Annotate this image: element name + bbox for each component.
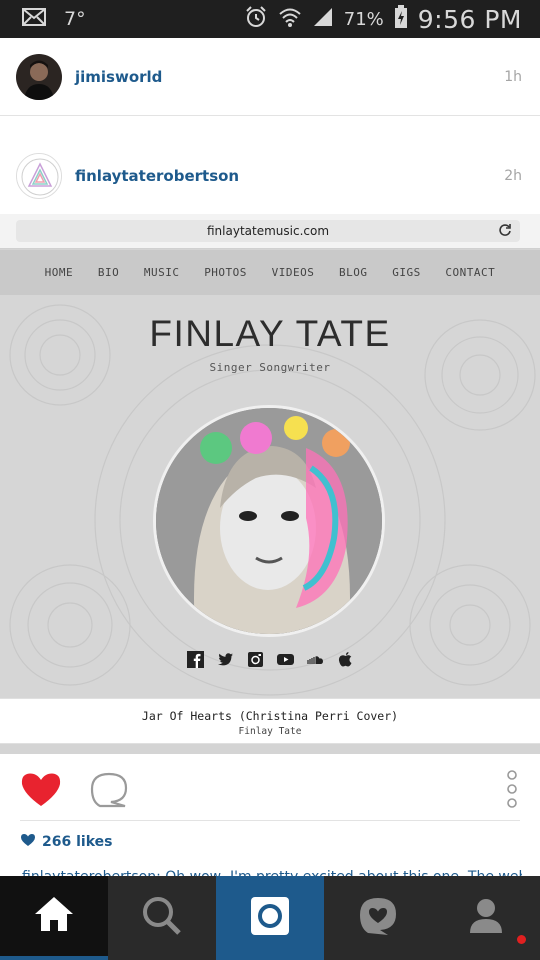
divider — [20, 820, 520, 821]
site-nav-item: MUSIC — [143, 266, 180, 279]
divider — [0, 115, 540, 116]
home-tab[interactable] — [0, 876, 108, 960]
post-time: 1h — [504, 68, 522, 85]
site-nav-item: HOME — [44, 266, 74, 279]
camera-tab[interactable] — [216, 876, 324, 960]
profile-icon — [468, 897, 504, 939]
notification-dot — [517, 935, 526, 944]
alarm-icon — [244, 5, 268, 33]
avatar[interactable] — [16, 152, 62, 199]
clock: 9:56 PM — [417, 4, 522, 34]
profile-tab[interactable] — [432, 876, 540, 960]
signal-icon — [312, 6, 334, 32]
search-icon — [142, 896, 182, 940]
username-link[interactable]: finlaytaterobertson — [75, 167, 239, 185]
battery-charging-icon — [394, 5, 408, 33]
comment-button[interactable] — [90, 772, 128, 808]
site-subtitle: Singer Songwriter — [209, 361, 331, 374]
mail-icon — [22, 8, 46, 30]
post-header-finlaytaterobertson: finlaytaterobertson 2h — [0, 137, 540, 214]
instagram-icon[interactable] — [247, 651, 264, 668]
apple-icon[interactable] — [337, 651, 354, 668]
likes-count[interactable]: 266 likes — [20, 833, 112, 851]
post-photo[interactable]: finlaytatemusic.com HOME BIO MUSIC PHOTO… — [0, 214, 540, 754]
post-time: 2h — [504, 167, 522, 184]
camera-icon — [250, 896, 290, 940]
song-title: Jar Of Hearts (Christina Perri Cover) — [141, 709, 399, 723]
home-icon — [33, 895, 75, 937]
likes-text: 266 likes — [42, 834, 113, 850]
explore-tab[interactable] — [108, 876, 216, 960]
site-nav-item: GIGS — [392, 266, 421, 279]
youtube-icon[interactable] — [276, 651, 294, 668]
site-title: FINLAY TATE — [149, 313, 391, 354]
like-button[interactable] — [20, 772, 62, 808]
song-player: Jar Of Hearts (Christina Perri Cover) Fi… — [0, 698, 540, 744]
site-nav-item: BIO — [97, 266, 120, 279]
avatar[interactable] — [16, 53, 62, 100]
site-nav-item: VIDEOS — [271, 266, 315, 279]
activity-tab[interactable] — [324, 876, 432, 960]
song-artist: Finlay Tate — [238, 726, 302, 737]
username-link[interactable]: jimisworld — [75, 68, 162, 86]
url-field: finlaytatemusic.com — [16, 220, 520, 242]
site-hero: FINLAY TATE Singer Songwriter — [0, 295, 540, 698]
battery-percent: 71% — [343, 8, 384, 30]
status-bar: 7° 71% 9:56 PM — [0, 0, 540, 38]
facebook-icon[interactable] — [186, 651, 204, 668]
site-nav: HOME BIO MUSIC PHOTOS VIDEOS BLOG GIGS C… — [0, 250, 540, 295]
post-header-jimisworld: jimisworld 1h — [0, 38, 540, 115]
more-options-button[interactable] — [506, 770, 518, 808]
wifi-icon — [278, 6, 302, 32]
temperature: 7° — [64, 8, 86, 30]
bottom-nav — [0, 876, 540, 960]
post-actions — [0, 754, 540, 820]
heart-icon — [20, 833, 36, 851]
twitter-icon[interactable] — [217, 651, 234, 668]
site-nav-item: CONTACT — [445, 266, 496, 279]
soundcloud-icon[interactable] — [306, 651, 324, 668]
social-links — [0, 651, 540, 668]
site-nav-item: BLOG — [339, 266, 368, 279]
reload-icon — [498, 223, 512, 237]
activity-heart-icon — [358, 896, 398, 940]
site-nav-item: PHOTOS — [204, 266, 247, 279]
url-text: finlaytatemusic.com — [206, 224, 330, 238]
artist-portrait — [153, 405, 385, 637]
browser-bar: finlaytatemusic.com — [0, 214, 540, 249]
